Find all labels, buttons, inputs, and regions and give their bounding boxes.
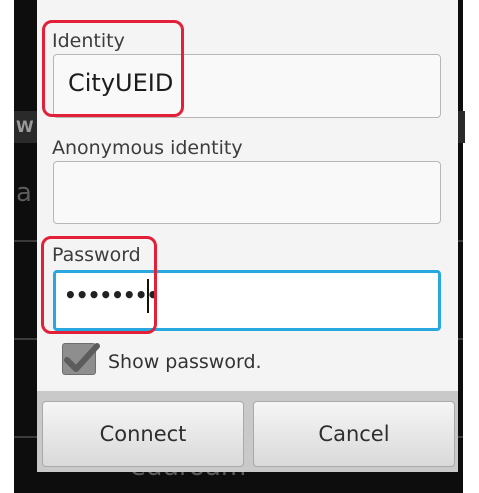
left-margin [0,0,14,493]
checkmark-icon [64,343,100,372]
show-password-label: Show password. [108,351,262,373]
annotation-highlight-identity [42,20,184,117]
show-password-checkbox[interactable] [62,343,100,375]
background-network-initial: a [16,178,32,208]
cancel-button[interactable]: Cancel [253,401,455,467]
anonymous-identity-label: Anonymous identity [52,137,243,159]
annotation-highlight-password [41,236,157,334]
connect-button[interactable]: Connect [42,401,244,467]
right-margin [463,0,479,493]
anonymous-identity-field[interactable] [53,161,441,224]
